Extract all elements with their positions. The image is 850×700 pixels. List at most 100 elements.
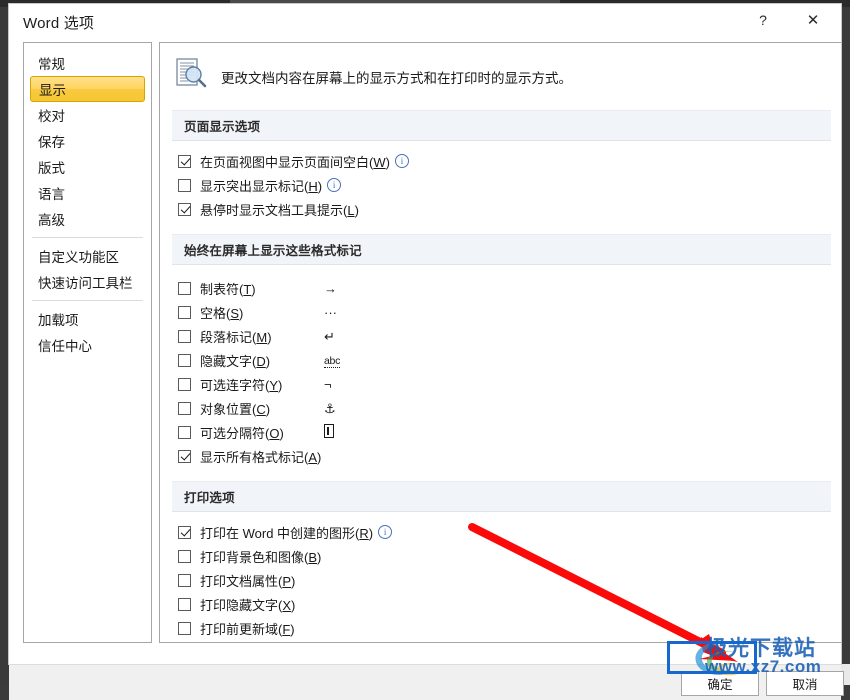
checkbox-unchecked-icon[interactable] (178, 402, 191, 415)
word-options-dialog: Word 选项 ? ✕ 常规显示校对保存版式语言高级自定义功能区快速访问工具栏加… (8, 3, 842, 665)
optional-break-mark (324, 424, 354, 440)
tab-mark: → (324, 282, 354, 295)
sidebar-item-label: 信任中心 (38, 335, 92, 355)
sidebar-item-8[interactable]: 快速访问工具栏 (30, 269, 145, 295)
checkbox-unchecked-icon[interactable] (178, 598, 191, 611)
checkbox-label: 打印隐藏文字(X) (200, 595, 295, 614)
section-body-0: 在页面视图中显示页面间空白(W) i 显示突出显示标记(H) i 悬停时显示文档工具提示… (160, 141, 841, 234)
checkbox-unchecked-icon[interactable] (178, 426, 191, 439)
checkbox-label: 打印在 Word 中创建的图形(R) (200, 523, 373, 542)
checkbox-label: 悬停时显示文档工具提示(L) (200, 200, 359, 219)
checkbox-row[interactable]: 隐藏文字(D) abc (172, 349, 841, 371)
checkbox-row[interactable]: 制表符(T) → (172, 277, 841, 299)
checkbox-unchecked-icon[interactable] (178, 354, 191, 367)
section-header-1: 始终在屏幕上显示这些格式标记 (172, 234, 831, 265)
sidebar-separator (32, 237, 143, 238)
checkbox-label: 空格(S) (200, 303, 243, 322)
sidebar-item-10[interactable]: 信任中心 (30, 332, 145, 358)
options-content-pane[interactable]: 更改文档内容在屏幕上的显示方式和在打印时的显示方式。 页面显示选项在页面视图中显… (159, 42, 841, 643)
sidebar-item-3[interactable]: 保存 (30, 128, 145, 154)
dialog-title: Word 选项 (23, 12, 94, 33)
checkbox-checked-icon[interactable] (178, 155, 191, 168)
checkbox-row[interactable]: 段落标记(M) ↵ (172, 325, 841, 347)
pane-header: 更改文档内容在屏幕上的显示方式和在打印时的显示方式。 (160, 43, 841, 110)
checkbox-row[interactable]: 打印在 Word 中创建的图形(R) i (172, 521, 841, 543)
info-icon[interactable]: i (378, 525, 392, 539)
checkbox-label: 可选分隔符(O) (200, 423, 284, 442)
sidebar-item-0[interactable]: 常规 (30, 50, 145, 76)
sidebar-item-label: 加载项 (38, 309, 79, 329)
checkbox-row[interactable]: 打印前更新链接数据(K) (172, 641, 841, 643)
checkbox-label: 段落标记(M) (200, 327, 272, 346)
checkbox-row[interactable]: 打印前更新域(F) (172, 617, 841, 639)
checkbox-unchecked-icon[interactable] (178, 622, 191, 635)
sidebar-item-9[interactable]: 加载项 (30, 306, 145, 332)
checkbox-label: 显示所有格式标记(A) (200, 447, 321, 466)
close-button[interactable]: ✕ (791, 4, 835, 36)
checkbox-label: 在页面视图中显示页面间空白(W) (200, 152, 390, 171)
checkbox-unchecked-icon[interactable] (178, 378, 191, 391)
document-magnifier-icon (174, 57, 208, 96)
ok-button[interactable]: 确定 (681, 671, 759, 696)
checkbox-unchecked-icon[interactable] (178, 306, 191, 319)
section-header-0: 页面显示选项 (172, 110, 831, 141)
sidebar-item-6[interactable]: 高级 (30, 206, 145, 232)
checkbox-unchecked-icon[interactable] (178, 330, 191, 343)
checkbox-unchecked-icon[interactable] (178, 282, 191, 295)
checkbox-row[interactable]: 显示所有格式标记(A) (172, 445, 841, 467)
checkbox-checked-icon[interactable] (178, 450, 191, 463)
sidebar-item-label: 语言 (38, 183, 65, 203)
hidden-text-mark: abc (324, 353, 354, 367)
checkbox-label: 隐藏文字(D) (200, 351, 270, 370)
checkbox-row[interactable]: 悬停时显示文档工具提示(L) (172, 198, 841, 220)
info-icon[interactable]: i (327, 178, 341, 192)
dialog-body: 常规显示校对保存版式语言高级自定义功能区快速访问工具栏加载项信任中心 (9, 38, 841, 630)
checkbox-row[interactable]: 可选分隔符(O) (172, 421, 841, 443)
info-icon[interactable]: i (395, 154, 409, 168)
checkbox-row[interactable]: 显示突出显示标记(H) i (172, 174, 841, 196)
sidebar-item-label: 版式 (38, 157, 65, 177)
checkbox-row[interactable]: 打印隐藏文字(X) (172, 593, 841, 615)
cancel-button[interactable]: 取消 (766, 671, 844, 696)
checkbox-label: 可选连字符(Y) (200, 375, 282, 394)
sidebar-item-label: 自定义功能区 (38, 246, 119, 266)
checkbox-unchecked-icon[interactable] (178, 550, 191, 563)
checkbox-unchecked-icon[interactable] (178, 574, 191, 587)
sidebar-item-label: 快速访问工具栏 (38, 272, 133, 292)
dialog-footer: 确定 取消 (9, 664, 841, 700)
checkbox-row[interactable]: 空格(S)··· (172, 301, 841, 323)
sidebar-item-4[interactable]: 版式 (30, 154, 145, 180)
checkbox-label: 打印前更新域(F) (200, 619, 295, 638)
options-content-inner: 更改文档内容在屏幕上的显示方式和在打印时的显示方式。 页面显示选项在页面视图中显… (160, 43, 841, 643)
sidebar-separator (32, 300, 143, 301)
dialog-titlebar: Word 选项 ? ✕ (9, 4, 841, 38)
checkbox-label: 打印背景色和图像(B) (200, 547, 321, 566)
checkbox-unchecked-icon[interactable] (178, 179, 191, 192)
sidebar-item-1[interactable]: 显示 (30, 76, 145, 102)
checkbox-checked-icon[interactable] (178, 526, 191, 539)
paragraph-mark: ↵ (324, 330, 354, 343)
checkbox-label: 打印文档属性(P) (200, 571, 295, 590)
checkbox-row[interactable]: 可选连字符(Y) ¬ (172, 373, 841, 395)
sidebar-item-label: 常规 (38, 53, 65, 73)
checkbox-label: 对象位置(C) (200, 399, 270, 418)
optional-hyphen-mark: ¬ (324, 378, 354, 391)
sidebar-item-2[interactable]: 校对 (30, 102, 145, 128)
checkbox-checked-icon[interactable] (178, 203, 191, 216)
help-button[interactable]: ? (741, 4, 785, 36)
section-body-1: 制表符(T) → 空格(S)··· 段落标记(M) ↵ 隐藏文字(D) abc 可选连字符(Y… (160, 265, 841, 481)
section-body-2: 打印在 Word 中创建的图形(R) i 打印背景色和图像(B) 打印文档属性(P) 打… (160, 512, 841, 643)
checkbox-row[interactable]: 对象位置(C)⚓ (172, 397, 841, 419)
section-header-2: 打印选项 (172, 481, 831, 512)
sidebar-item-label: 保存 (38, 131, 65, 151)
category-sidebar: 常规显示校对保存版式语言高级自定义功能区快速访问工具栏加载项信任中心 (23, 42, 152, 643)
sidebar-item-5[interactable]: 语言 (30, 180, 145, 206)
checkbox-label: 制表符(T) (200, 279, 256, 298)
sidebar-item-7[interactable]: 自定义功能区 (30, 243, 145, 269)
checkbox-row[interactable]: 打印背景色和图像(B) (172, 545, 841, 567)
checkbox-label: 显示突出显示标记(H) (200, 176, 322, 195)
sidebar-item-label: 校对 (38, 105, 65, 125)
checkbox-row[interactable]: 打印文档属性(P) (172, 569, 841, 591)
checkbox-row[interactable]: 在页面视图中显示页面间空白(W) i (172, 150, 841, 172)
pane-header-text: 更改文档内容在屏幕上的显示方式和在打印时的显示方式。 (221, 67, 572, 87)
